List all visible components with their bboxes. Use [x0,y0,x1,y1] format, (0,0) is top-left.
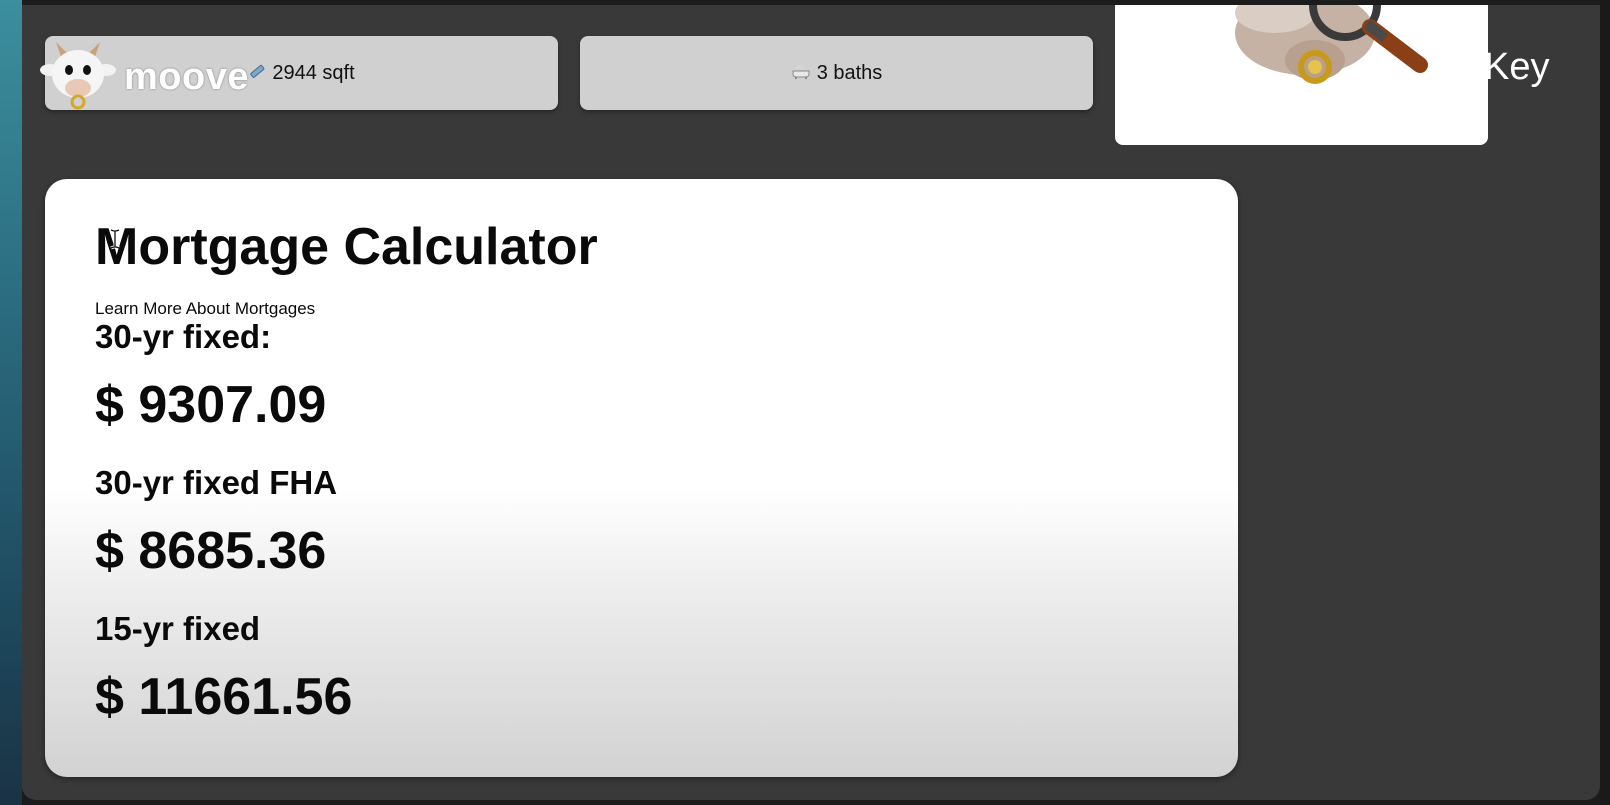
logo-text: moove [124,55,249,98]
text-cursor-icon [108,228,122,250]
bathtub-icon [791,62,811,85]
rate-label-30yr-fixed-fha: 30-yr fixed FHA [95,464,338,501]
mortgage-calculator-card: Mortgage Calculator Learn More About Mor… [45,179,1238,777]
page-title: Mortgage Calculator [95,218,598,276]
rate-value-30yr-fixed: $ 9307.09 [95,376,327,434]
rate-label-15yr-fixed: 15-yr fixed [95,610,261,647]
mascot-preview-image [1115,5,1488,145]
rate-value-30yr-fixed-fha: $ 8685.36 [95,522,327,580]
cow-mascot-icon [38,30,118,114]
window-right-edge [1600,0,1610,805]
baths-stat-card: 3 baths [580,36,1093,110]
learn-more-link[interactable]: Learn More About Mortgages [95,299,315,319]
moove-logo[interactable]: moove [38,30,298,114]
baths-label: 3 baths [816,61,883,84]
header-key-text: Key [1484,46,1550,88]
window-edge-strip [0,0,22,805]
rate-label-30yr-fixed: 30-yr fixed: [95,318,272,355]
rate-value-15yr-fixed: $ 11661.56 [95,668,353,726]
magnifying-cow-icon [1235,5,1428,84]
